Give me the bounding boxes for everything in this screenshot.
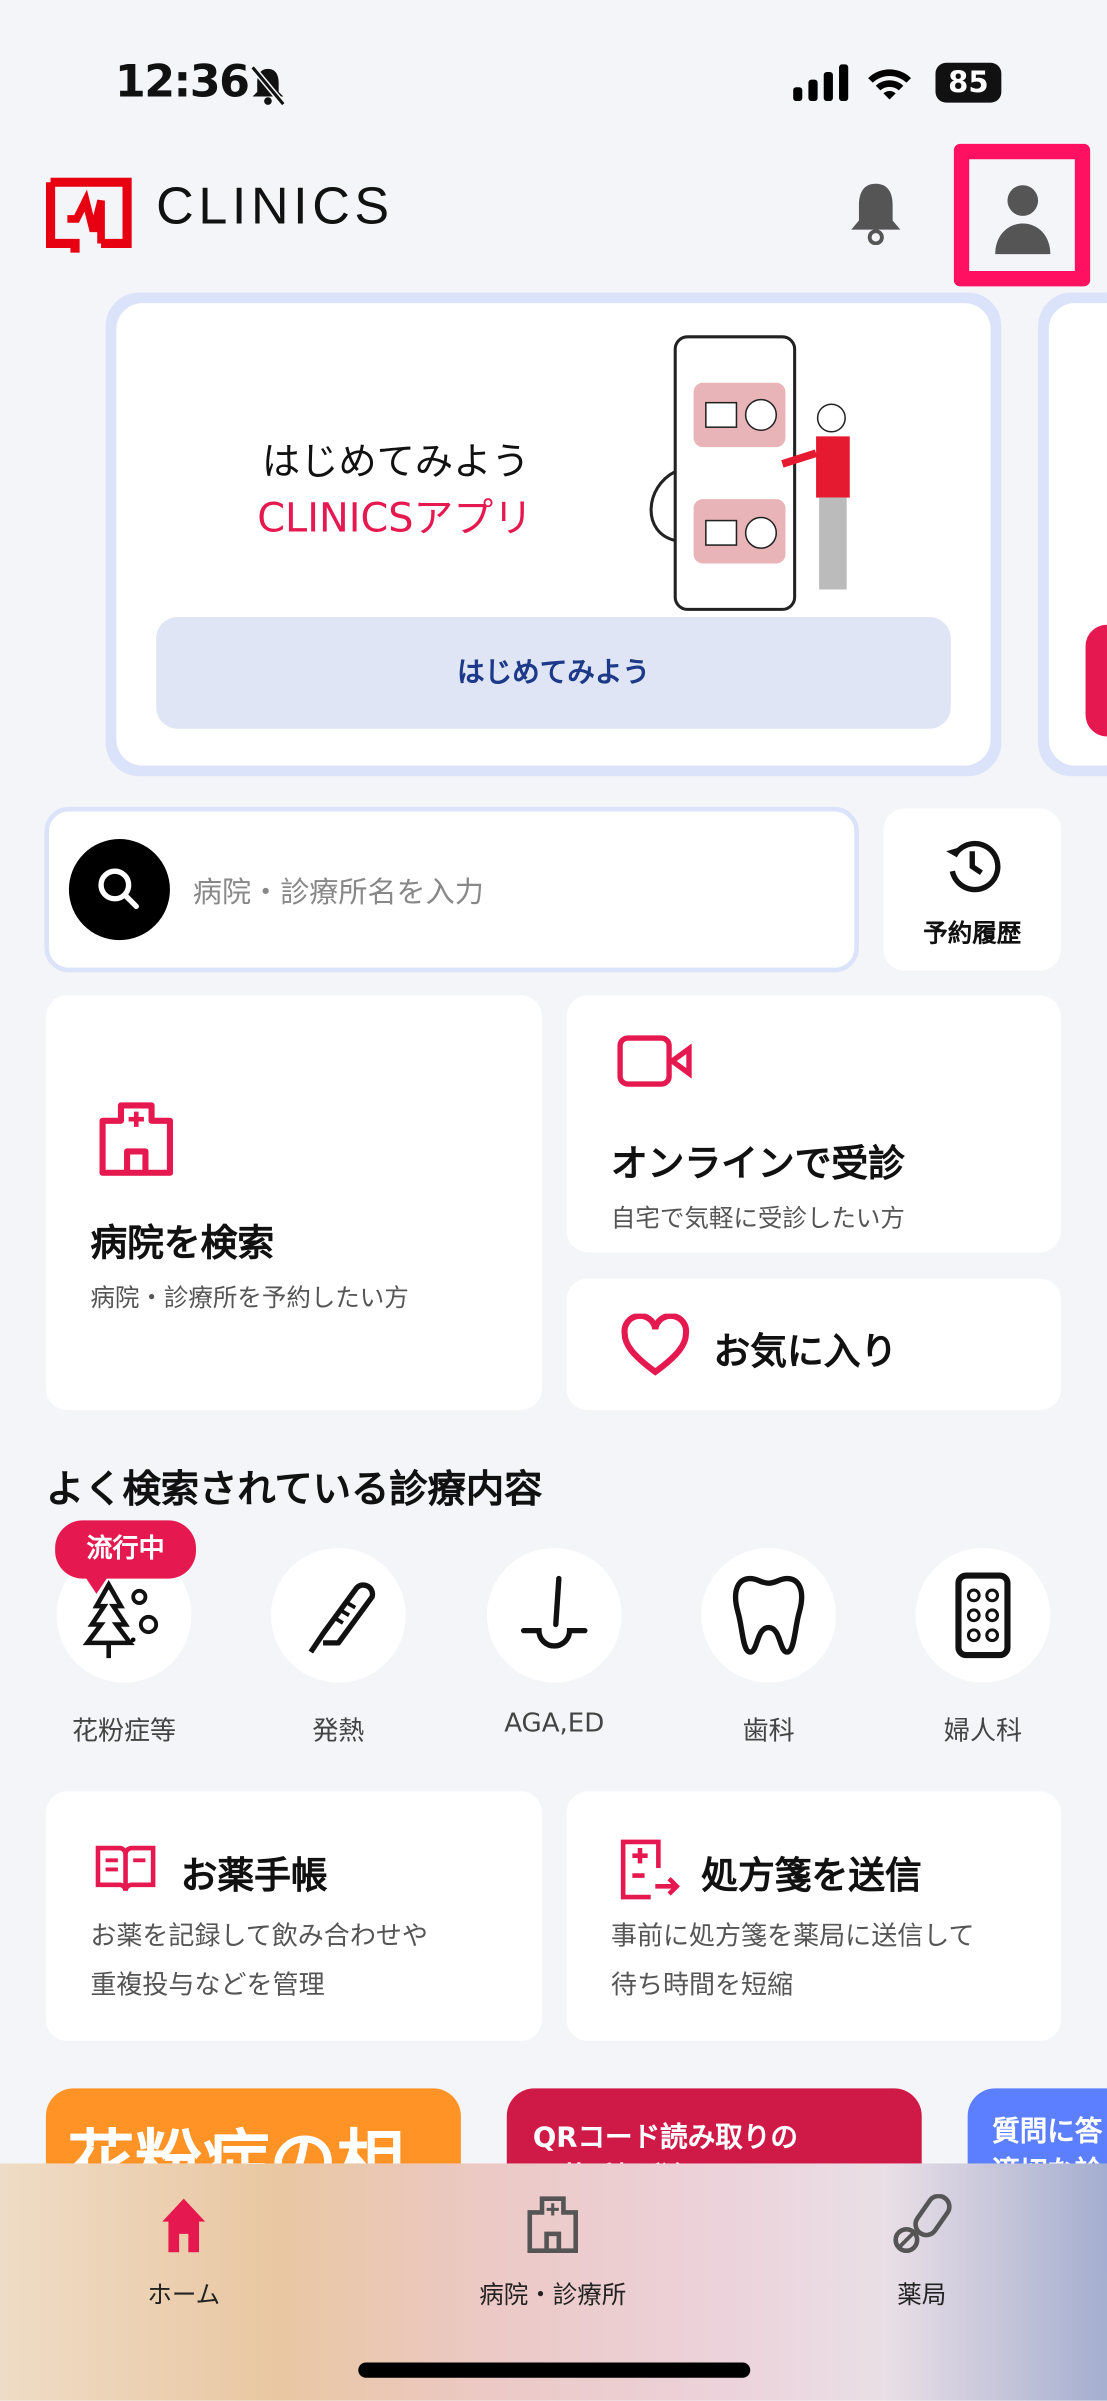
clinics-logo-icon [45, 177, 133, 253]
promo-text: 質問に答 [992, 2115, 1103, 2149]
illustration-icon [649, 335, 850, 611]
hospital-icon [527, 2196, 578, 2254]
category-aga-ed[interactable] [486, 1547, 622, 1683]
category-label: 歯科 [742, 1716, 795, 1747]
bell-icon[interactable] [847, 181, 905, 245]
prescription-icon [620, 1839, 680, 1900]
send-prescription-card[interactable]: 処方箋を送信 事前に処方箋を薬局に送信して 待ち時間を短縮 [566, 1791, 1062, 2041]
bottom-navigation: ホーム 病院・診療所 薬局 [0, 2163, 1107, 2401]
prescription-desc: 事前に処方箋を薬局に送信して [610, 1921, 975, 1953]
search-input[interactable]: 病院・診療所名を入力 [44, 806, 859, 973]
nav-hospitals[interactable]: 病院・診療所 [430, 2194, 675, 2310]
hospital-icon [99, 1102, 174, 1176]
prescription-desc: 待ち時間を短縮 [610, 1970, 794, 2002]
home-indicator [358, 2362, 751, 2378]
pill-pack-icon [955, 1572, 1011, 1659]
popular-section-title: よく検索されている診療内容 [45, 1466, 543, 1512]
banner-subtitle: CLINICSアプリ [257, 496, 533, 543]
trending-badge: 流行中 [55, 1520, 196, 1579]
medicine-notebook-card[interactable]: お薬手帳 お薬を記録して飲み合わせや 重複投与などを管理 [45, 1791, 543, 2041]
category-fever[interactable] [271, 1547, 406, 1683]
favorites-title: お気に入り [713, 1330, 898, 1374]
banner-title: はじめてみよう [261, 439, 530, 484]
hospital-search-title: 病院を検索 [90, 1221, 275, 1265]
online-consult-card[interactable]: オンラインで受診 自宅で気軽に受診したい方 [566, 995, 1062, 1253]
nav-label: 薬局 [897, 2279, 947, 2309]
notebook-title: お薬手帳 [180, 1854, 328, 1898]
thermometer-icon [308, 1582, 376, 1654]
person-icon [995, 185, 1051, 255]
hospital-search-subtitle: 病院・診療所を予約したい方 [90, 1283, 409, 1313]
notebook-desc: お薬を記録して飲み合わせや [90, 1921, 428, 1953]
promo-text: QRコード読み取りの [532, 2122, 798, 2155]
home-icon [162, 2198, 206, 2253]
category-label: 発熱 [312, 1716, 365, 1747]
online-consult-subtitle: 自宅で気軽に受診したい方 [610, 1203, 905, 1233]
wifi-icon [868, 69, 912, 100]
next-banner-card[interactable] [1038, 292, 1107, 777]
signal-icon [793, 64, 849, 102]
pill-icon [893, 2193, 952, 2254]
hair-follicle-icon [520, 1575, 588, 1649]
nav-label: ホーム [147, 2279, 221, 2309]
heart-icon [621, 1313, 690, 1376]
prescription-title: 処方箋を送信 [701, 1854, 922, 1898]
favorites-card[interactable]: お気に入り [566, 1278, 1062, 1411]
app-logo-text: CLINICS [156, 177, 394, 236]
nav-home[interactable]: ホーム [61, 2194, 306, 2310]
reservation-history-button[interactable]: 予約履歴 [883, 808, 1062, 971]
tooth-icon [732, 1575, 805, 1655]
category-label: 花粉症等 [71, 1716, 177, 1747]
welcome-banner[interactable]: はじめてみよう CLINICSアプリ はじめてみよう [105, 292, 1002, 777]
nav-label: 病院・診療所 [479, 2279, 627, 2309]
online-consult-title: オンラインで受診 [610, 1142, 905, 1186]
book-icon [95, 1845, 156, 1892]
history-clock-icon [946, 840, 1001, 893]
category-gynecology[interactable] [915, 1547, 1051, 1683]
start-button[interactable]: はじめてみよう [156, 617, 951, 729]
history-label: 予約履歴 [923, 918, 1022, 948]
nav-pharmacy[interactable]: 薬局 [799, 2193, 1044, 2310]
notebook-desc: 重複投与などを管理 [90, 1970, 325, 2002]
video-camera-icon [617, 1035, 692, 1087]
category-label: 婦人科 [943, 1716, 1023, 1747]
category-label: AGA,ED [504, 1708, 605, 1740]
category-dental[interactable] [701, 1547, 836, 1683]
hospital-search-card[interactable]: 病院を検索 病院・診療所を予約したい方 [45, 995, 543, 1411]
silent-bell-icon [250, 65, 286, 107]
badge-pointer [84, 1575, 109, 1594]
profile-button[interactable] [953, 143, 1091, 287]
status-time: 12:36 [114, 55, 250, 108]
battery-indicator: 85 [935, 62, 1002, 103]
search-icon [68, 839, 170, 941]
search-placeholder: 病院・診療所名を入力 [192, 875, 484, 910]
